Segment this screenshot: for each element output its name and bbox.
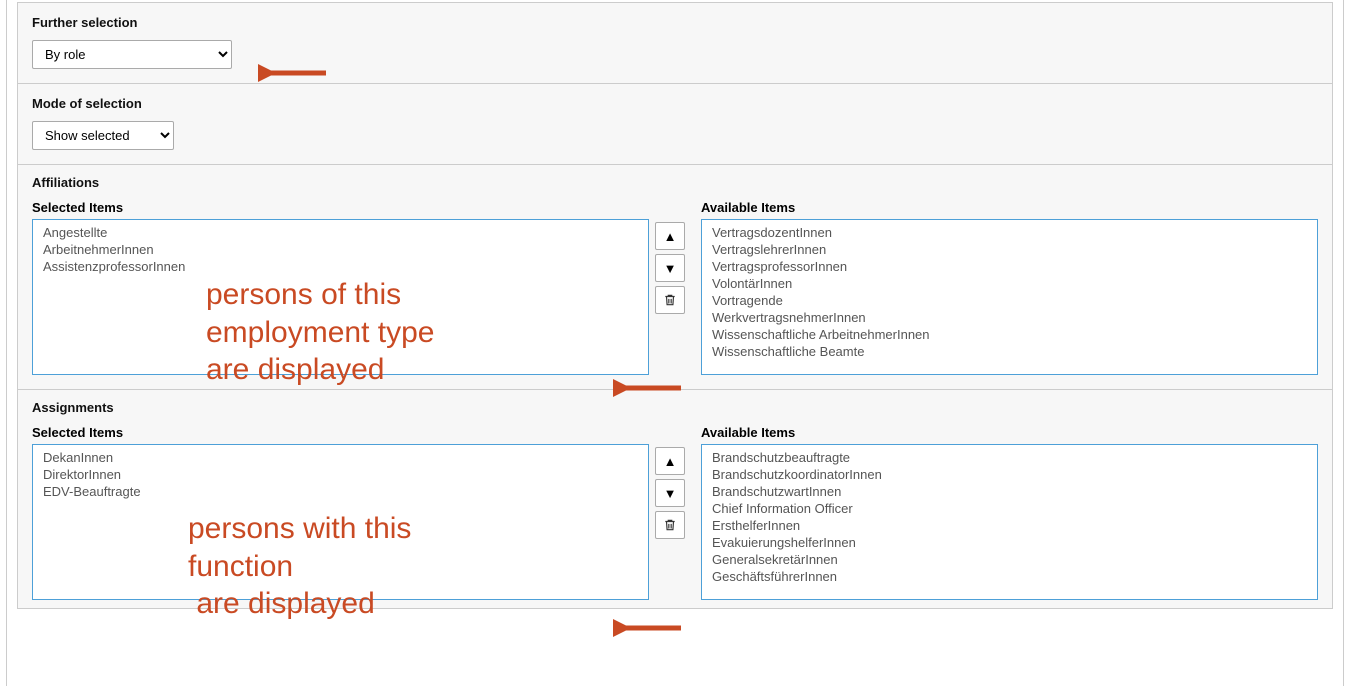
mode-of-selection-select[interactable]: Show selected [32,121,174,150]
remove-button[interactable] [655,286,685,314]
move-up-button[interactable]: ▲ [655,222,685,250]
list-item[interactable]: Wissenschaftliche ArbeitnehmerInnen [702,326,1317,343]
affiliations-available-label: Available Items [701,200,1318,215]
list-item[interactable]: WerkvertragsnehmerInnen [702,309,1317,326]
list-item[interactable]: Brandschutzbeauftragte [702,449,1317,466]
move-down-button[interactable]: ▼ [655,479,685,507]
affiliations-available-list[interactable]: VertragsdozentInnenVertragslehrerInnenVe… [701,219,1318,375]
list-item[interactable]: Angestellte [33,224,648,241]
affiliations-panel: Affiliations Selected Items AngestellteA… [17,165,1333,390]
list-item[interactable]: VertragsprofessorInnen [702,258,1317,275]
assignments-panel: Assignments Selected Items DekanInnenDir… [17,390,1333,609]
form-container: Further selection By role Mode of select… [6,0,1344,686]
triangle-down-icon: ▼ [664,486,677,501]
assignments-selected-label: Selected Items [32,425,649,440]
list-item[interactable]: AssistenzprofessorInnen [33,258,648,275]
assignments-controls: ▲ ▼ [655,415,695,539]
move-down-button[interactable]: ▼ [655,254,685,282]
triangle-up-icon: ▲ [664,454,677,469]
list-item[interactable]: GeneralsekretärInnen [702,551,1317,568]
list-item[interactable]: EvakuierungshelferInnen [702,534,1317,551]
list-item[interactable]: Vortragende [702,292,1317,309]
list-item[interactable]: ErsthelferInnen [702,517,1317,534]
mode-of-selection-label: Mode of selection [32,96,1318,111]
assignments-available-col: Available Items BrandschutzbeauftragteBr… [701,415,1318,600]
list-item[interactable]: Wissenschaftliche Beamte [702,343,1317,360]
mode-of-selection-panel: Mode of selection Show selected [17,84,1333,165]
affiliations-selected-list[interactable]: AngestellteArbeitnehmerInnenAssistenzpro… [32,219,649,375]
list-item[interactable]: ArbeitnehmerInnen [33,241,648,258]
list-item[interactable]: Chief Information Officer [702,500,1317,517]
list-item[interactable]: DekanInnen [33,449,648,466]
list-item[interactable]: DirektorInnen [33,466,648,483]
list-item[interactable]: VertragsdozentInnen [702,224,1317,241]
triangle-up-icon: ▲ [664,229,677,244]
move-up-button[interactable]: ▲ [655,447,685,475]
assignments-available-list[interactable]: BrandschutzbeauftragteBrandschutzkoordin… [701,444,1318,600]
assignments-selected-col: Selected Items DekanInnenDirektorInnenED… [32,415,649,600]
assignments-title: Assignments [32,400,1318,415]
trash-icon [663,293,677,307]
affiliations-selected-label: Selected Items [32,200,649,215]
triangle-down-icon: ▼ [664,261,677,276]
affiliations-controls: ▲ ▼ [655,190,695,314]
further-selection-panel: Further selection By role [17,2,1333,84]
further-selection-label: Further selection [32,15,1318,30]
list-item[interactable]: GeschäftsführerInnen [702,568,1317,585]
assignments-selected-list[interactable]: DekanInnenDirektorInnenEDV-Beauftragte [32,444,649,600]
affiliations-available-col: Available Items VertragsdozentInnenVertr… [701,190,1318,375]
affiliations-selected-col: Selected Items AngestellteArbeitnehmerIn… [32,190,649,375]
list-item[interactable]: EDV-Beauftragte [33,483,648,500]
list-item[interactable]: VertragslehrerInnen [702,241,1317,258]
further-selection-select[interactable]: By role [32,40,232,69]
remove-button[interactable] [655,511,685,539]
trash-icon [663,518,677,532]
list-item[interactable]: BrandschutzwartInnen [702,483,1317,500]
affiliations-title: Affiliations [32,175,1318,190]
list-item[interactable]: BrandschutzkoordinatorInnen [702,466,1317,483]
assignments-available-label: Available Items [701,425,1318,440]
list-item[interactable]: VolontärInnen [702,275,1317,292]
